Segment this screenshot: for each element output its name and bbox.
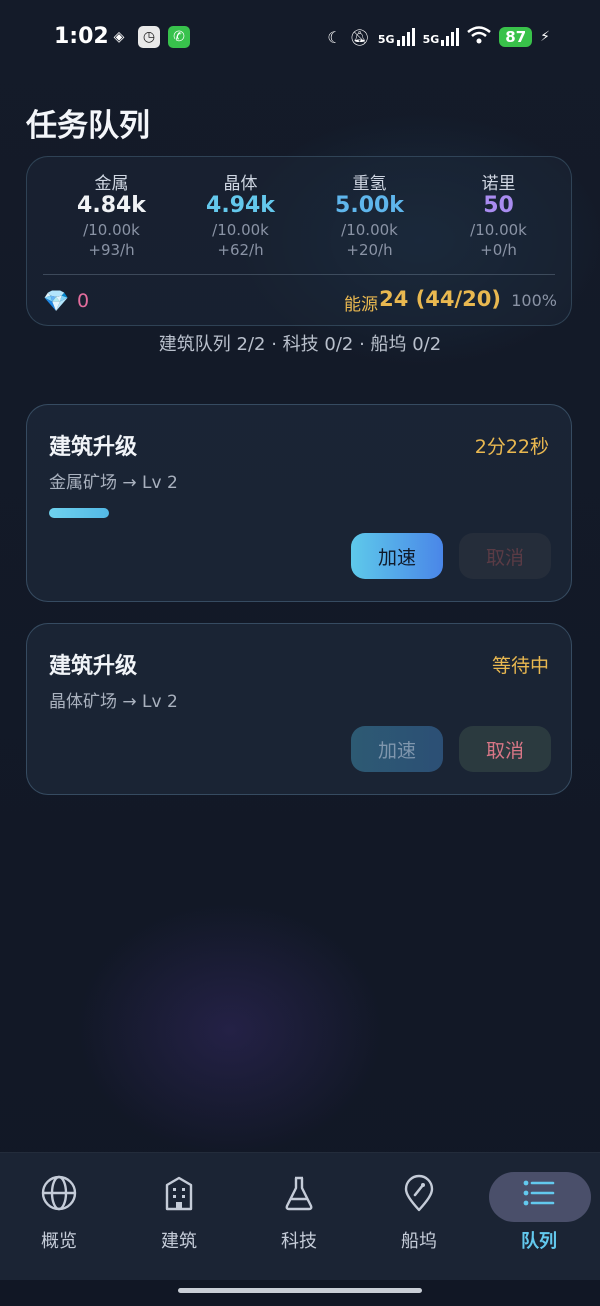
- cancel-button[interactable]: 取消: [459, 533, 551, 579]
- nav-item-overview[interactable]: 概览: [4, 1173, 114, 1253]
- network-type-1: 5G: [377, 33, 395, 46]
- energy-label: 能源: [344, 295, 378, 315]
- resource-crystal: 晶体 4.94k /10.00k +62/h: [176, 169, 305, 261]
- resource-name: 晶体: [223, 174, 258, 194]
- nav-label: 船坞: [401, 1231, 437, 1252]
- wifi-icon: [467, 26, 492, 48]
- resource-value: 4.84k: [77, 193, 146, 218]
- gem-icon: 💎: [43, 289, 70, 313]
- resource-rate: +93/h: [88, 241, 135, 259]
- home-indicator[interactable]: [178, 1288, 422, 1293]
- signal-bars-icon: [441, 28, 460, 46]
- signal-bars-icon: [396, 28, 415, 46]
- resource-metal: 金属 4.84k /10.00k +93/h: [47, 169, 176, 261]
- nav-label: 科技: [281, 1231, 317, 1252]
- resource-nori: 诺里 50 /10.00k +0/h: [434, 169, 563, 261]
- phone-app-icon: ✆: [168, 26, 190, 48]
- globe-icon: [41, 1175, 77, 1211]
- resource-rate: +62/h: [217, 241, 264, 259]
- nav-label: 队列: [521, 1231, 557, 1252]
- nav-item-tech[interactable]: 科技: [244, 1173, 354, 1253]
- task-card: 建筑升级 2分22秒 金属矿场 → Lv 2 加速 取消: [26, 404, 572, 602]
- task-countdown: 2分22秒: [474, 436, 549, 458]
- energy-percent: 100%: [511, 291, 557, 310]
- task-subtitle: 金属矿场 → Lv 2: [49, 473, 178, 493]
- charging-icon: ⚡︎: [540, 29, 550, 45]
- resource-value: 5.00k: [335, 193, 404, 218]
- rocket-pin-icon: [404, 1174, 434, 1212]
- resource-value: 50: [483, 193, 514, 218]
- resource-max: /10.00k: [83, 221, 140, 239]
- clock-app-icon: ◷: [138, 26, 160, 48]
- energy-value: 24 (44/20): [379, 287, 501, 311]
- resource-name: 金属: [94, 174, 129, 194]
- task-progress-fill: [49, 508, 109, 518]
- nav-item-shipyard[interactable]: 船坞: [364, 1173, 474, 1253]
- task-title: 建筑升级: [49, 654, 138, 679]
- resource-panel: 金属 4.84k /10.00k +93/h 晶体 4.94k /10.00k …: [26, 156, 572, 326]
- speed-up-button[interactable]: 加速: [351, 533, 443, 579]
- resource-deuterium: 重氢 5.00k /10.00k +20/h: [305, 169, 434, 261]
- bottom-nav: 概览 建筑 科技 船坞 队列: [0, 1152, 600, 1281]
- signal-2: 5G: [423, 28, 460, 46]
- task-progress-bar: [49, 508, 549, 518]
- moon-icon: ☾: [327, 27, 342, 47]
- resource-value: 4.94k: [206, 193, 275, 218]
- nav-label: 概览: [41, 1231, 77, 1252]
- resource-max: /10.00k: [341, 221, 398, 239]
- task-status: 等待中: [491, 655, 549, 677]
- cancel-button[interactable]: 取消: [459, 726, 551, 772]
- nav-item-queue[interactable]: 队列: [484, 1173, 594, 1253]
- speed-up-button[interactable]: 加速: [351, 726, 443, 772]
- status-notification-icons: ◈ ◷ ✆: [108, 26, 190, 48]
- app-screen: 1:02 ◈ ◷ ✆ ☾ 🔕︎ 5G 5G 87 ⚡︎ 任务队列 金属 4.84…: [0, 0, 600, 1306]
- page-title: 任务队列: [26, 108, 150, 144]
- flask-icon: [285, 1176, 313, 1211]
- nav-item-buildings[interactable]: 建筑: [124, 1173, 234, 1253]
- status-bar: 1:02 ◈ ◷ ✆ ☾ 🔕︎ 5G 5G 87 ⚡︎: [0, 0, 600, 78]
- resource-max: /10.00k: [470, 221, 527, 239]
- diamond-app-icon: ◈: [113, 29, 125, 45]
- resource-name: 诺里: [481, 174, 516, 194]
- task-title: 建筑升级: [49, 435, 138, 460]
- resource-rate: +0/h: [480, 241, 517, 259]
- nav-label: 建筑: [161, 1231, 197, 1252]
- resource-row: 金属 4.84k /10.00k +93/h 晶体 4.94k /10.00k …: [27, 169, 571, 261]
- resource-rate: +20/h: [346, 241, 393, 259]
- battery-level: 87: [499, 27, 533, 47]
- status-time: 1:02: [54, 24, 109, 49]
- list-icon: [523, 1180, 555, 1206]
- task-subtitle: 晶体矿场 → Lv 2: [49, 692, 178, 712]
- network-type-2: 5G: [422, 33, 440, 46]
- task-card: 建筑升级 等待中 晶体矿场 → Lv 2 加速 取消: [26, 623, 572, 795]
- building-icon: [165, 1176, 193, 1211]
- signal-1: 5G: [378, 28, 415, 46]
- status-system-icons: ☾ 🔕︎ 5G 5G 87 ⚡︎: [327, 26, 550, 48]
- resource-divider: [43, 274, 555, 275]
- resource-max: /10.00k: [212, 221, 269, 239]
- resource-name: 重氢: [352, 174, 387, 194]
- mute-icon: 🔕︎: [349, 27, 370, 47]
- queue-summary: 建筑队列 2/2 · 科技 0/2 · 船坞 0/2: [158, 334, 442, 355]
- gem-count: 0: [77, 290, 90, 312]
